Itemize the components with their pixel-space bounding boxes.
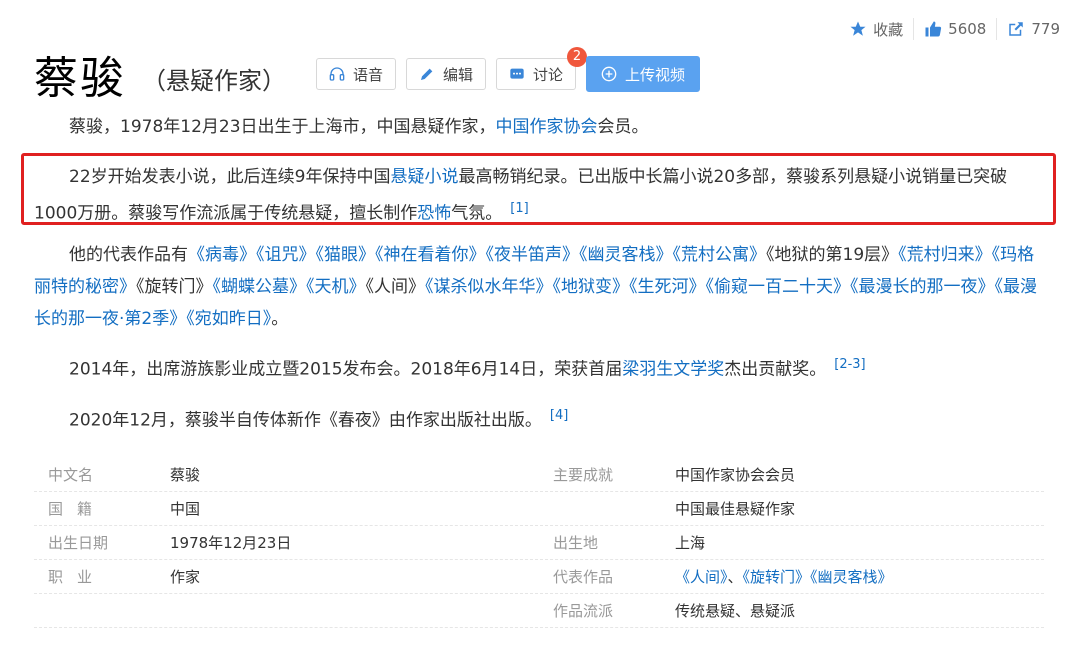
thumbs-up-icon	[925, 21, 942, 37]
text: 2020年12月，蔡骏半自传体新作《春夜》由作家出版社出版。	[69, 410, 542, 431]
basic-info-table: 中文名 蔡骏 主要成就 中国作家协会会员 国籍 中国 中国最佳悬疑作家 出生日期 197…	[34, 458, 1044, 628]
text: 。	[271, 309, 289, 329]
upload-video-button[interactable]: 上传视频	[586, 56, 701, 92]
separator: 、	[727, 568, 743, 586]
summary-paragraph-3: 他的代表作品有《病毒》《诅咒》《猫眼》《神在看着你》《夜半笛声》《幽灵客栈》《荒…	[34, 239, 1044, 335]
text: 他的代表作品有	[69, 245, 188, 265]
like-count: 5608	[948, 20, 987, 38]
edit-label: 编辑	[443, 65, 474, 84]
page-title: 蔡骏	[34, 53, 126, 104]
share-icon	[1009, 22, 1024, 36]
text: 杰出贡献奖。	[724, 359, 827, 380]
chat-bubble-icon	[510, 68, 524, 79]
info-row: 作品流派 传统悬疑、悬疑派	[34, 594, 1044, 628]
work-link-xuanzhuanmen[interactable]: 《旋转门》	[743, 568, 811, 586]
star-icon	[850, 21, 866, 36]
discuss-label: 讨论	[533, 65, 564, 84]
info-row: 出生日期 1978年12月23日 出生地 上海	[34, 526, 1044, 560]
summary-paragraph-4: 2014年，出席游族影业成立暨2015发布会。2018年6月14日，荣获首届梁羽…	[34, 349, 1044, 386]
info-key: 出生地	[553, 534, 599, 552]
info-value: 《人间》、《旋转门》《幽灵客栈》	[675, 566, 893, 587]
reference-4[interactable]: [4]	[550, 408, 568, 423]
info-key: 出生日期	[34, 532, 170, 553]
share-button[interactable]: 779	[997, 20, 1070, 38]
work-link-youlingkezhan[interactable]: 《幽灵客栈》	[810, 568, 893, 586]
info-key: 中文名	[34, 464, 170, 485]
work-link-renjian[interactable]: 《人间》	[675, 568, 728, 586]
link-horror[interactable]: 恐怖	[417, 204, 451, 224]
info-value-link[interactable]: 中国	[170, 498, 200, 519]
info-value: 传统悬疑、悬疑派	[675, 602, 796, 620]
voice-button[interactable]: 语音	[316, 58, 397, 90]
info-value-link[interactable]: 作家	[170, 566, 200, 587]
upload-video-label: 上传视频	[625, 65, 686, 84]
info-value: 蔡骏	[170, 466, 201, 484]
text: 《人间》	[365, 277, 426, 297]
info-value: 中国作家协会会员	[675, 466, 796, 484]
info-value-link[interactable]: 上海	[675, 532, 705, 553]
summary-paragraph-1: 蔡骏，1978年12月23日出生于上海市，中国悬疑作家，中国作家协会会员。	[34, 111, 1044, 143]
link-china-writers-association[interactable]: 中国作家协会	[496, 117, 598, 137]
info-key: 代表作品	[553, 568, 614, 586]
favorite-button[interactable]: 收藏	[839, 19, 913, 40]
text: 会员。	[597, 117, 649, 137]
text: 2014年，出席游族影业成立暨2015发布会。2018年6月14日，荣获首届	[69, 359, 623, 380]
link-suspense-novel[interactable]: 悬疑小说	[390, 167, 458, 187]
headphones-icon	[329, 67, 345, 81]
text: 气氛。	[451, 203, 503, 224]
info-key: 国籍	[34, 498, 170, 519]
info-row: 职业 作家 代表作品 《人间》、《旋转门》《幽灵客栈》	[34, 560, 1044, 594]
like-button[interactable]: 5608	[914, 20, 996, 38]
discuss-badge: 2	[567, 47, 588, 67]
info-value: 中国最佳悬疑作家	[675, 500, 796, 518]
share-count: 779	[1031, 20, 1060, 38]
edit-button[interactable]: 编辑	[406, 58, 487, 90]
info-row: 国籍 中国 中国最佳悬疑作家	[34, 492, 1044, 526]
info-key	[539, 498, 675, 519]
pencil-icon	[421, 68, 433, 80]
favorite-label: 收藏	[873, 20, 904, 39]
info-key: 主要成就	[553, 466, 614, 484]
text: 蔡骏，1978年12月23日出生于上海市，中国悬疑作家，	[69, 117, 496, 137]
text: 《地狱的第19层》	[766, 245, 899, 265]
works-links[interactable]: 《蝴蝶公墓》《天机》	[213, 277, 366, 297]
link-liang-yusheng-award[interactable]: 梁羽生文学奖	[622, 360, 724, 380]
top-actions: 收藏 5608 779	[839, 18, 1070, 40]
plus-circle-icon	[601, 66, 617, 82]
info-key: 职业	[34, 566, 170, 587]
works-links[interactable]: 《病毒》《诅咒》《猫眼》《神在看着你》《夜半笛声》《幽灵客栈》《荒村公寓》	[188, 245, 766, 265]
discuss-button[interactable]: 讨论 2	[496, 47, 588, 90]
voice-label: 语音	[353, 65, 384, 84]
info-row: 中文名 蔡骏 主要成就 中国作家协会会员	[34, 458, 1044, 492]
title-row: 蔡骏 （悬疑作家） 语音 编辑 讨论 2 上传视频	[34, 42, 701, 106]
info-value: 1978年12月23日	[170, 534, 292, 552]
reference-1[interactable]: [1]	[510, 201, 528, 216]
info-key: 作品流派	[553, 602, 614, 620]
page-subtitle: （悬疑作家）	[142, 66, 286, 95]
text: 《旋转门》	[136, 277, 213, 297]
reference-2-3[interactable]: [2-3]	[834, 357, 865, 372]
text: 22岁开始发表小说，此后连续9年保持中国	[69, 167, 391, 187]
summary-paragraph-2: 22岁开始发表小说，此后连续9年保持中国悬疑小说最高畅销纪录。已出版中长篇小说2…	[34, 161, 1044, 230]
summary-paragraph-5: 2020年12月，蔡骏半自传体新作《春夜》由作家出版社出版。 [4]	[34, 400, 1044, 437]
